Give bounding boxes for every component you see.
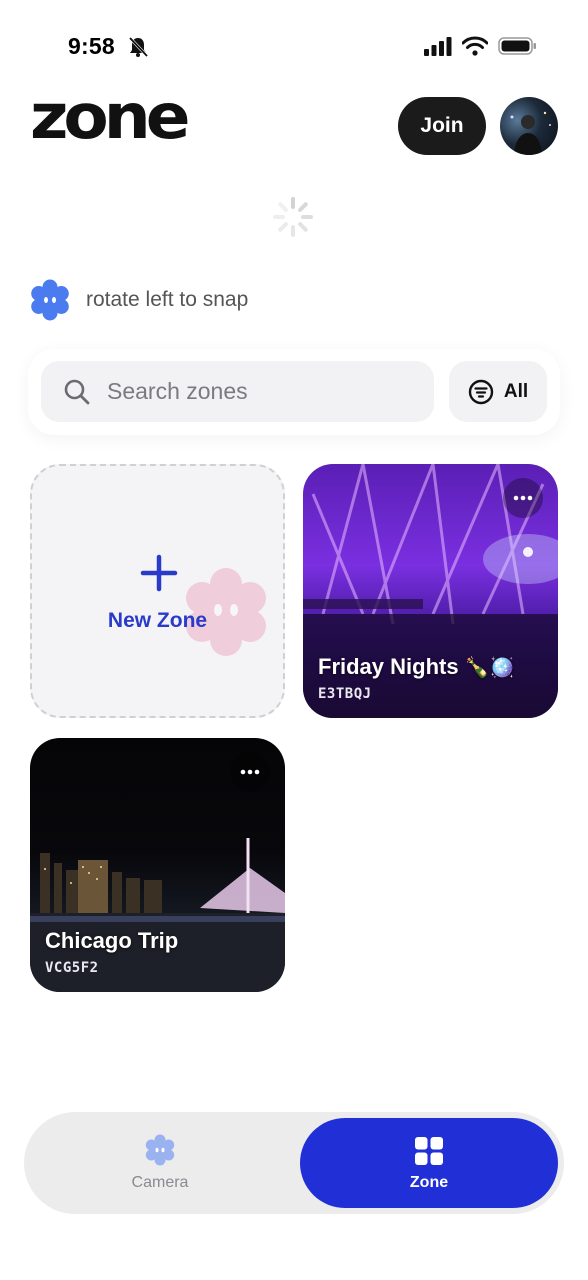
nav-camera-label: Camera xyxy=(131,1174,189,1191)
more-icon[interactable] xyxy=(503,478,543,518)
avatar[interactable] xyxy=(500,97,558,155)
plus-icon xyxy=(140,554,178,592)
zone-emoji: 🍾🪩 xyxy=(464,657,515,679)
zone-title: Chicago Trip xyxy=(45,928,179,953)
nav-zone-label: Zone xyxy=(409,1174,449,1191)
status-time: 9:58 xyxy=(68,33,115,59)
zone-code: E3TBQJ xyxy=(318,686,372,702)
battery-icon xyxy=(498,37,536,55)
filter-label: All xyxy=(503,380,529,402)
zone-card-friday-nights[interactable]: Friday Nights 🍾🪩 E3TBQJ xyxy=(303,464,558,718)
search-input[interactable] xyxy=(107,378,407,405)
more-icon[interactable] xyxy=(230,752,270,792)
new-zone-card[interactable]: New Zone xyxy=(30,464,285,718)
hint-text: rotate left to snap xyxy=(86,288,249,311)
zone-code: VCG5F2 xyxy=(45,960,99,976)
wifi-icon xyxy=(462,36,488,56)
grid-icon xyxy=(415,1137,443,1165)
zone-card-chicago-trip[interactable]: Chicago Trip VCG5F2 xyxy=(30,738,285,992)
new-zone-label: New Zone xyxy=(107,609,208,632)
search-icon xyxy=(64,379,90,404)
filter-icon xyxy=(468,379,494,404)
nav-zone-tab[interactable]: Zone xyxy=(300,1118,558,1208)
avatar-photo xyxy=(510,111,551,155)
nav-camera-tab[interactable]: Camera xyxy=(24,1112,296,1214)
filter-button[interactable]: All xyxy=(449,361,547,422)
signal-icon xyxy=(424,37,452,56)
flower-camera-icon xyxy=(145,1134,175,1166)
search-box[interactable] xyxy=(41,361,434,422)
loading-spinner-icon xyxy=(273,197,313,237)
bell-off-icon xyxy=(128,36,149,58)
app-logo: zone xyxy=(30,79,191,154)
zone-title: Friday Nights 🍾🪩 xyxy=(318,654,515,679)
flower-snap-icon xyxy=(31,279,69,321)
join-button[interactable]: Join xyxy=(398,97,486,155)
